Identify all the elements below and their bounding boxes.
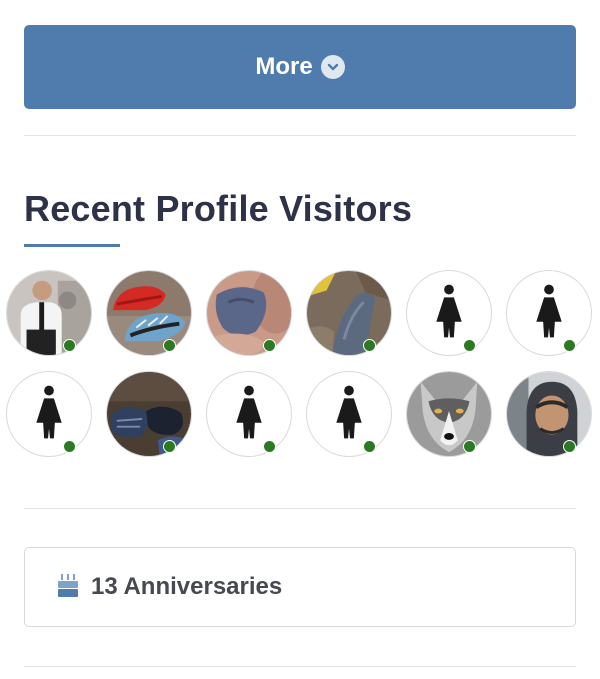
visitor-grid bbox=[6, 270, 600, 457]
online-status-dot bbox=[63, 440, 76, 453]
divider bbox=[24, 508, 576, 509]
online-status-dot bbox=[363, 440, 376, 453]
anniversaries-button[interactable]: 13 Anniversaries bbox=[24, 547, 576, 627]
avatar-photo-underwear bbox=[206, 270, 292, 356]
visitor-avatar[interactable] bbox=[106, 270, 192, 356]
visitor-avatar[interactable] bbox=[406, 270, 492, 356]
visitor-avatar[interactable] bbox=[306, 371, 392, 457]
visitor-avatar[interactable] bbox=[506, 371, 592, 457]
birthday-cake-icon bbox=[57, 572, 79, 603]
visitor-avatar[interactable] bbox=[106, 371, 192, 457]
chevron-down-icon bbox=[320, 55, 345, 79]
avatar-default-female-silhouette bbox=[6, 371, 92, 457]
avatar-default-female-silhouette bbox=[206, 371, 292, 457]
online-status-dot bbox=[563, 440, 576, 453]
online-status-dot bbox=[263, 339, 276, 352]
section-title-recent-visitors: Recent Profile Visitors bbox=[24, 188, 413, 229]
avatar-default-female-silhouette bbox=[406, 270, 492, 356]
avatar-photo-jeans bbox=[306, 270, 392, 356]
title-underline bbox=[24, 244, 120, 247]
avatar-photo-sneakers bbox=[106, 270, 192, 356]
online-status-dot bbox=[263, 440, 276, 453]
more-button-label: More bbox=[255, 53, 313, 80]
avatar-default-female-silhouette bbox=[506, 270, 592, 356]
visitor-avatar[interactable] bbox=[406, 371, 492, 457]
online-status-dot bbox=[163, 440, 176, 453]
avatar-photo-man-hoodie bbox=[506, 371, 592, 457]
anniversaries-label: 13 Anniversaries bbox=[91, 573, 283, 600]
visitor-avatar[interactable] bbox=[6, 371, 92, 457]
visitor-avatar[interactable] bbox=[6, 270, 92, 356]
avatar-photo-wolf bbox=[406, 371, 492, 457]
online-status-dot bbox=[463, 339, 476, 352]
online-status-dot bbox=[563, 339, 576, 352]
avatar-photo-man bbox=[6, 270, 92, 356]
online-status-dot bbox=[63, 339, 76, 352]
online-status-dot bbox=[163, 339, 176, 352]
divider bbox=[24, 666, 576, 667]
visitor-avatar[interactable] bbox=[306, 270, 392, 356]
divider bbox=[24, 135, 576, 136]
avatar-photo-socks bbox=[106, 371, 192, 457]
visitor-avatar[interactable] bbox=[206, 371, 292, 457]
visitor-avatar[interactable] bbox=[206, 270, 292, 356]
avatar-default-female-silhouette bbox=[306, 371, 392, 457]
visitor-avatar[interactable] bbox=[506, 270, 592, 356]
online-status-dot bbox=[363, 339, 376, 352]
more-button[interactable]: More bbox=[24, 25, 576, 109]
online-status-dot bbox=[463, 440, 476, 453]
